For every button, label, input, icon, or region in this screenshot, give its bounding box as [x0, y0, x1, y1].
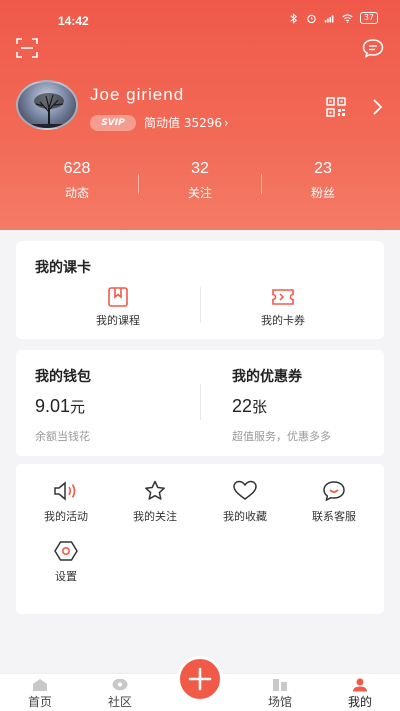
divider: [200, 287, 201, 323]
settings-icon: [54, 541, 78, 561]
coupon-value: 22: [232, 396, 253, 416]
coupon-subtitle: 超值服务，优惠多多: [232, 430, 331, 443]
profile-icon: [353, 678, 367, 692]
tab-home[interactable]: 首页: [10, 678, 70, 710]
stat-number: 32: [191, 160, 209, 177]
tab-label: 社区: [107, 695, 132, 709]
score-chevron[interactable]: ›: [224, 115, 229, 131]
profile-header: 14:42 37 Joe giriend SVIP 简动值 35296 › 62…: [0, 0, 400, 230]
course-card-title: 我的课卡: [35, 260, 91, 276]
tab-venue[interactable]: 场馆: [250, 678, 310, 710]
divider: [261, 174, 262, 194]
battery-indicator: 37: [359, 12, 378, 24]
message-icon[interactable]: [362, 38, 384, 58]
service-label: 我的关注: [133, 510, 177, 523]
status-time: 14:42: [58, 14, 89, 28]
wallet-title: 我的钱包: [35, 369, 91, 385]
stat-number: 628: [63, 160, 91, 177]
service-settings[interactable]: 设置: [26, 540, 106, 584]
username: Joe giriend: [90, 85, 185, 104]
service-my-activities[interactable]: 我的活动: [26, 480, 106, 524]
divider: [138, 174, 139, 194]
chevron-right-icon[interactable]: [371, 97, 383, 117]
stat-label: 关注: [187, 186, 212, 200]
tab-community[interactable]: 社区: [90, 678, 150, 710]
alarm-icon: [307, 14, 316, 23]
wallet-subtitle: 余额当钱花: [35, 430, 90, 443]
coupon-title: 我的优惠券: [232, 369, 302, 385]
add-post-button[interactable]: [177, 656, 223, 702]
my-coupons-label: 我的卡券: [261, 314, 305, 327]
stats-row: 628 动态 32 关注 23 粉丝: [0, 160, 400, 210]
stat-label: 粉丝: [310, 186, 335, 200]
community-icon: [112, 678, 128, 691]
vip-badge[interactable]: SVIP: [90, 115, 136, 131]
venue-icon: [273, 679, 287, 691]
course-card: 我的课卡 我的课程 我的卡券: [16, 241, 384, 339]
bluetooth-icon: [290, 12, 297, 24]
my-courses-item[interactable]: 我的课程: [58, 285, 178, 329]
heart-icon: [233, 480, 257, 500]
book-icon: [108, 287, 128, 307]
wallet-value: 9.01: [35, 396, 71, 416]
service-customer-support[interactable]: 联系客服: [294, 480, 374, 524]
status-icons: 37: [288, 12, 378, 24]
coupon-unit: 张: [252, 399, 268, 416]
coupon-section[interactable]: 我的优惠券 22张 超值服务，优惠多多: [214, 350, 384, 456]
qr-code-icon[interactable]: [326, 97, 346, 117]
stat-label: 动态: [64, 186, 89, 200]
wallet-unit: 元: [70, 399, 86, 416]
status-bar: 14:42 37: [0, 0, 400, 40]
tab-label: 我的: [347, 695, 372, 709]
wallet-section[interactable]: 我的钱包 9.01元 余额当钱花: [16, 350, 200, 456]
signal-icon: [324, 14, 334, 22]
coupon-count: 22张: [232, 396, 267, 417]
my-courses-label: 我的课程: [96, 314, 140, 327]
tab-profile[interactable]: 我的: [330, 678, 390, 710]
my-coupons-item[interactable]: 我的卡券: [223, 285, 343, 329]
score-text[interactable]: 简动值 35296: [144, 115, 222, 131]
services-card: 我的活动 我的关注 我的收藏 联系客服 设置: [16, 464, 384, 614]
chat-smile-icon: [323, 481, 345, 502]
service-my-favorites[interactable]: 我的收藏: [205, 480, 285, 524]
tab-label: 首页: [27, 695, 52, 709]
stat-followers[interactable]: 23 粉丝: [263, 160, 383, 201]
tab-label: 场馆: [267, 695, 292, 709]
ticket-icon: [272, 289, 294, 305]
wallet-balance: 9.01元: [35, 396, 85, 417]
divider: [200, 384, 201, 420]
service-my-follows[interactable]: 我的关注: [115, 480, 195, 524]
speaker-icon: [54, 481, 76, 501]
star-icon: [145, 480, 165, 500]
stat-number: 23: [314, 160, 332, 177]
service-label: 联系客服: [312, 510, 356, 523]
scan-icon[interactable]: [16, 38, 38, 58]
service-label: 我的收藏: [223, 510, 267, 523]
wifi-icon: [342, 13, 353, 23]
home-icon: [33, 679, 47, 691]
plus-icon: [188, 667, 212, 691]
wallet-card: 我的钱包 9.01元 余额当钱花 我的优惠券 22张 超值服务，优惠多多: [16, 350, 384, 456]
service-label: 设置: [55, 570, 77, 583]
service-label: 我的活动: [44, 510, 88, 523]
stat-following[interactable]: 32 关注: [140, 160, 260, 201]
avatar[interactable]: [16, 80, 78, 130]
stat-posts[interactable]: 628 动态: [17, 160, 137, 201]
avatar-tree-image: [18, 93, 76, 128]
